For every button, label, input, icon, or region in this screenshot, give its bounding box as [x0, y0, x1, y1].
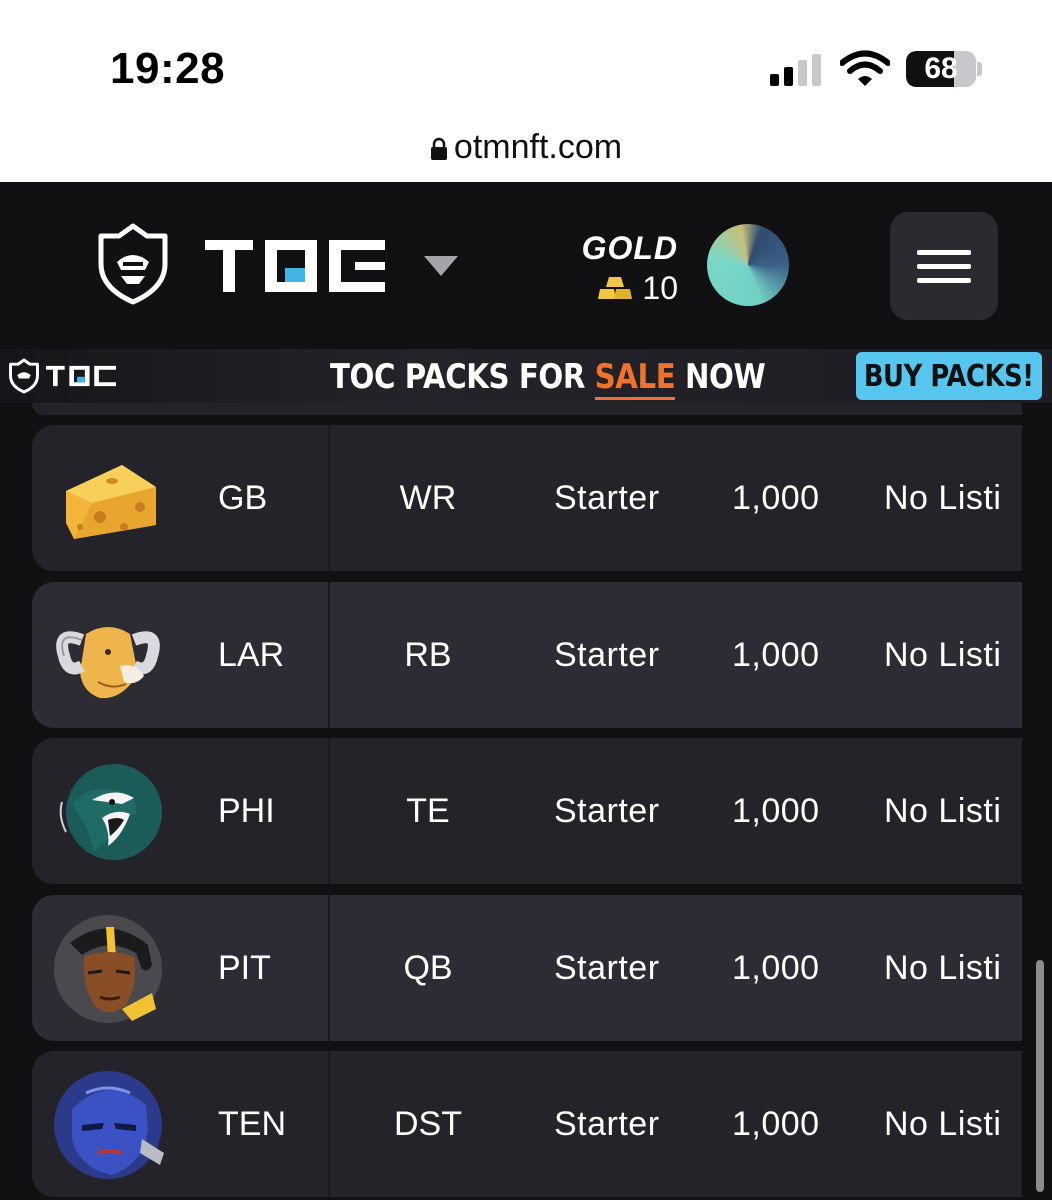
gold-balance: GOLD 10: [574, 230, 678, 306]
toc-shield-logo-icon: [9, 358, 39, 394]
user-avatar[interactable]: [707, 224, 789, 306]
url-text: otmnft.com: [453, 127, 623, 166]
team-cell: PIT: [218, 948, 271, 987]
gold-value: 10: [642, 270, 678, 306]
position-cell: RB: [404, 635, 452, 674]
gold-label: GOLD: [581, 230, 678, 266]
gold-bars-icon: [598, 277, 633, 299]
listing-cell: No Listi: [884, 1104, 1002, 1143]
supply-cell: 1,000: [732, 635, 820, 674]
ram-icon: [56, 627, 160, 699]
eagle-icon: [59, 764, 162, 860]
team-cell: PHI: [218, 791, 275, 830]
promo-headline: TOC PACKS FOR SALE NOW: [330, 357, 766, 400]
titan-icon: [54, 1071, 164, 1179]
status-time: 19:28: [110, 44, 226, 93]
table-row[interactable]: LAR RB Starter 1,000 No Listi: [32, 582, 1022, 728]
supply-cell: 1,000: [732, 1104, 820, 1143]
toc-wordmark-logo: [46, 365, 116, 387]
table-row[interactable]: GB WR Starter 1,000 No Listi: [32, 425, 1022, 571]
table-row[interactable]: TEN DST Starter 1,000 No Listi: [32, 1051, 1022, 1197]
listing-cell: No Listi: [884, 791, 1002, 830]
app-header: GOLD 10: [0, 182, 1052, 350]
steeler-player-icon: [54, 915, 162, 1023]
cellular-signal-icon: [770, 54, 821, 86]
listing-cell: No Listi: [884, 948, 1002, 987]
menu-bar-icon: [917, 277, 971, 283]
listing-cell: No Listi: [884, 478, 1002, 517]
promo-banner[interactable]: TOC PACKS FOR SALE NOW BUY PACKS!: [0, 349, 1052, 403]
promo-text-after: NOW: [675, 357, 766, 397]
table-row[interactable]: PIT QB Starter 1,000 No Listi: [32, 895, 1022, 1041]
team-cell: TEN: [218, 1104, 286, 1143]
menu-bar-icon: [917, 263, 971, 269]
battery-percent: 68: [924, 52, 958, 85]
table-row-partial: [32, 403, 1022, 415]
gold-amount-row: 10: [574, 270, 678, 306]
address-bar[interactable]: otmnft.com: [0, 122, 1052, 172]
tier-cell: Starter: [554, 1104, 660, 1143]
table-row[interactable]: PHI TE Starter 1,000 No Listi: [32, 738, 1022, 884]
toc-wordmark-logo[interactable]: [205, 238, 385, 294]
team-cell: LAR: [218, 635, 285, 674]
position-cell: DST: [394, 1104, 462, 1143]
supply-cell: 1,000: [732, 478, 820, 517]
player-card-list: GB WR Starter 1,000 No Listi LAR RB Star…: [0, 403, 1052, 1200]
chevron-down-icon[interactable]: [424, 256, 458, 276]
tier-cell: Starter: [554, 635, 660, 674]
position-cell: TE: [406, 791, 450, 830]
promo-text-before: TOC PACKS FOR: [330, 357, 595, 397]
supply-cell: 1,000: [732, 791, 820, 830]
hamburger-menu-button[interactable]: [890, 212, 998, 320]
tier-cell: Starter: [554, 791, 660, 830]
status-bar: 19:28 68 otmnft.com: [0, 0, 1052, 182]
tier-cell: Starter: [554, 478, 660, 517]
promo-sale-highlight: SALE: [594, 357, 676, 400]
buy-packs-label: BUY PACKS!: [864, 358, 1034, 394]
wifi-icon: [840, 50, 890, 86]
menu-bar-icon: [917, 249, 971, 255]
supply-cell: 1,000: [732, 948, 820, 987]
position-cell: WR: [399, 478, 457, 517]
position-cell: QB: [403, 948, 453, 987]
toc-shield-logo-icon[interactable]: [95, 222, 171, 306]
battery-indicator: 68: [906, 51, 976, 87]
lock-icon: [430, 137, 447, 160]
battery-nub: [977, 62, 982, 76]
team-cell: GB: [218, 478, 268, 517]
listing-cell: No Listi: [884, 635, 1002, 674]
tier-cell: Starter: [554, 948, 660, 987]
scrollbar-thumb[interactable]: [1036, 960, 1044, 1192]
cheese-icon: [66, 465, 156, 539]
buy-packs-button[interactable]: BUY PACKS!: [856, 352, 1042, 400]
